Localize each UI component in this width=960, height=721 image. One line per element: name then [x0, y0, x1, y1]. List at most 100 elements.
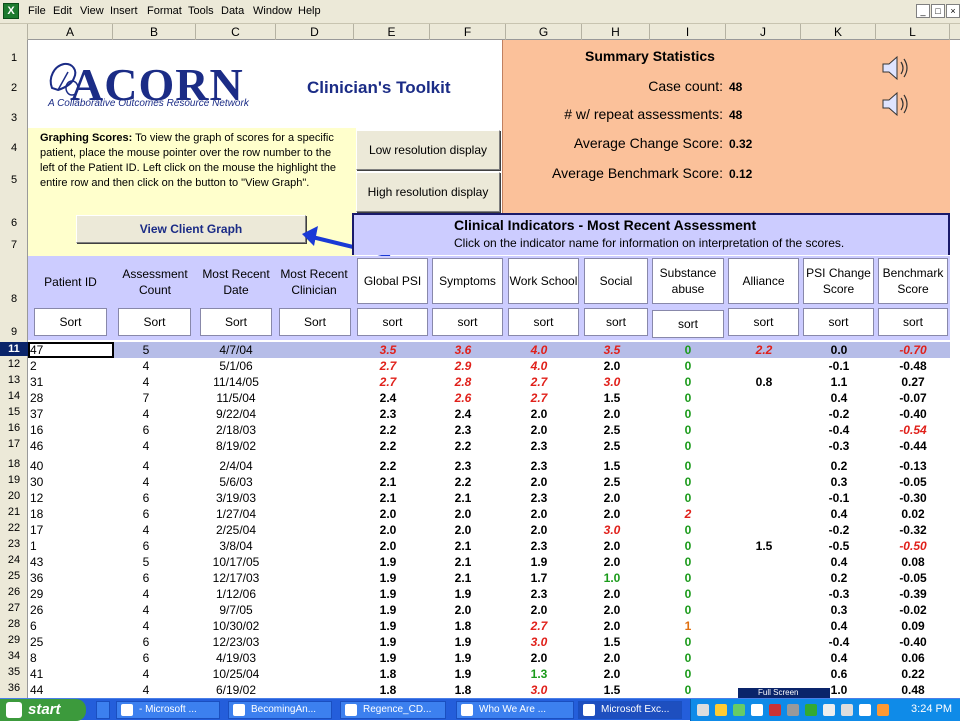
- cell-most-recent-date[interactable]: 4/19/03: [200, 651, 272, 665]
- cell-most-recent-date[interactable]: 10/17/05: [200, 555, 272, 569]
- speaker-icon[interactable]: [879, 52, 911, 84]
- row-header[interactable]: 17: [0, 438, 28, 450]
- cell-global-psi[interactable]: 1.9: [363, 555, 413, 569]
- column-header-l[interactable]: L: [876, 24, 950, 40]
- cell-global-psi[interactable]: 1.9: [363, 635, 413, 649]
- row-header[interactable]: 14: [0, 390, 28, 402]
- cell-most-recent-date[interactable]: 2/25/04: [200, 523, 272, 537]
- cell-global-psi[interactable]: 2.0: [363, 507, 413, 521]
- sort-patient-id-button[interactable]: Sort: [34, 308, 107, 336]
- cell-benchmark[interactable]: -0.30: [888, 491, 938, 505]
- sort-recent-date-button[interactable]: Sort: [200, 308, 272, 336]
- row-header[interactable]: 35: [0, 666, 28, 678]
- cell-global-psi[interactable]: 1.8: [363, 683, 413, 697]
- cell-psi-change[interactable]: -0.3: [814, 587, 864, 601]
- column-header-g[interactable]: G: [506, 24, 582, 40]
- cell-global-psi[interactable]: 1.9: [363, 587, 413, 601]
- cell-most-recent-date[interactable]: 2/18/03: [200, 423, 272, 437]
- cell-assessment-count[interactable]: 6: [116, 423, 176, 437]
- cell-global-psi[interactable]: 2.0: [363, 523, 413, 537]
- table-row[interactable]: 41 4 10/25/04 1.8 1.9 1.3 2.0 0 0.6 0.22: [28, 666, 950, 682]
- cell-psi-change[interactable]: 1.1: [814, 375, 864, 389]
- restore-icon[interactable]: □: [931, 4, 945, 18]
- taskbar-item[interactable]: Regence_CD...: [340, 701, 446, 719]
- cell-substance[interactable]: 0: [663, 491, 713, 505]
- column-header-d[interactable]: D: [276, 24, 354, 40]
- table-row[interactable]: 8 6 4/19/03 1.9 1.9 2.0 2.0 0 0.4 0.06: [28, 650, 950, 666]
- cell-benchmark[interactable]: -0.02: [888, 603, 938, 617]
- row-header[interactable]: 2: [0, 82, 28, 94]
- cell-work-school[interactable]: 2.0: [514, 507, 564, 521]
- cell-assessment-count[interactable]: 4: [116, 667, 176, 681]
- cell-assessment-count[interactable]: 4: [116, 475, 176, 489]
- cell-global-psi[interactable]: 2.7: [363, 359, 413, 373]
- cell-patient-id[interactable]: 8: [30, 651, 90, 665]
- cell-psi-change[interactable]: 0.2: [814, 571, 864, 585]
- cell-work-school[interactable]: 1.3: [514, 667, 564, 681]
- cell-symptoms[interactable]: 2.1: [438, 539, 488, 553]
- cell-assessment-count[interactable]: 4: [116, 459, 176, 473]
- cell-social[interactable]: 3.0: [587, 523, 637, 537]
- quick-launch-icon[interactable]: [96, 701, 110, 719]
- cell-work-school[interactable]: 2.7: [514, 619, 564, 633]
- cell-work-school[interactable]: 2.0: [514, 603, 564, 617]
- column-header-e[interactable]: E: [354, 24, 430, 40]
- cell-patient-id[interactable]: 43: [30, 555, 90, 569]
- cell-psi-change[interactable]: 0.3: [814, 475, 864, 489]
- cell-symptoms[interactable]: 2.2: [438, 475, 488, 489]
- tray-icon[interactable]: [787, 704, 799, 716]
- speaker-icon[interactable]: [879, 88, 911, 120]
- cell-work-school[interactable]: 2.0: [514, 523, 564, 537]
- cell-benchmark[interactable]: 0.48: [888, 683, 938, 697]
- cell-symptoms[interactable]: 2.9: [438, 359, 488, 373]
- cell-most-recent-date[interactable]: 5/6/03: [200, 475, 272, 489]
- row-header-selected[interactable]: 11: [0, 342, 28, 356]
- row-header[interactable]: 34: [0, 650, 28, 662]
- cell-social[interactable]: 2.0: [587, 619, 637, 633]
- sort-symptoms-button[interactable]: sort: [432, 308, 503, 336]
- cell-work-school[interactable]: 2.3: [514, 539, 564, 553]
- sort-substance-button[interactable]: sort: [652, 310, 724, 338]
- cell-most-recent-date[interactable]: 12/23/03: [200, 635, 272, 649]
- cell-patient-id[interactable]: 2: [30, 359, 90, 373]
- cell-assessment-count[interactable]: 5: [116, 343, 176, 357]
- cell-most-recent-date[interactable]: 10/30/02: [200, 619, 272, 633]
- menu-help[interactable]: Help: [298, 5, 321, 17]
- cell-substance[interactable]: 0: [663, 523, 713, 537]
- cell-patient-id[interactable]: 18: [30, 507, 90, 521]
- cell-social[interactable]: 3.5: [587, 343, 637, 357]
- table-row[interactable]: 6 4 10/30/02 1.9 1.8 2.7 2.0 1 0.4 0.09: [28, 618, 950, 634]
- cell-benchmark[interactable]: -0.39: [888, 587, 938, 601]
- start-button[interactable]: start: [0, 699, 86, 721]
- cell-assessment-count[interactable]: 4: [116, 375, 176, 389]
- view-client-graph-button[interactable]: View Client Graph: [76, 215, 306, 243]
- tray-icon[interactable]: [877, 704, 889, 716]
- column-header-a[interactable]: A: [28, 24, 113, 40]
- cell-substance[interactable]: 0: [663, 635, 713, 649]
- indicator-benchmark-score[interactable]: Benchmark Score: [878, 258, 948, 304]
- cell-benchmark[interactable]: -0.44: [888, 439, 938, 453]
- cell-social[interactable]: 2.0: [587, 651, 637, 665]
- cell-global-psi[interactable]: 2.7: [363, 375, 413, 389]
- cell-symptoms[interactable]: 2.8: [438, 375, 488, 389]
- cell-work-school[interactable]: 2.0: [514, 423, 564, 437]
- cell-assessment-count[interactable]: 4: [116, 523, 176, 537]
- tray-icon[interactable]: [769, 704, 781, 716]
- low-resolution-button[interactable]: Low resolution display: [356, 130, 500, 170]
- column-header-j[interactable]: J: [726, 24, 801, 40]
- tray-icon[interactable]: [751, 704, 763, 716]
- table-row[interactable]: 30 4 5/6/03 2.1 2.2 2.0 2.5 0 0.3 -0.05: [28, 474, 950, 490]
- cell-most-recent-date[interactable]: 2/4/04: [200, 459, 272, 473]
- cell-social[interactable]: 2.0: [587, 359, 637, 373]
- cell-most-recent-date[interactable]: 10/25/04: [200, 667, 272, 681]
- cell-social[interactable]: 2.0: [587, 667, 637, 681]
- cell-assessment-count[interactable]: 6: [116, 571, 176, 585]
- cell-most-recent-date[interactable]: 5/1/06: [200, 359, 272, 373]
- cell-social[interactable]: 2.0: [587, 407, 637, 421]
- close-icon[interactable]: ×: [946, 4, 960, 18]
- cell-symptoms[interactable]: 1.9: [438, 635, 488, 649]
- cell-patient-id[interactable]: 25: [30, 635, 90, 649]
- row-header[interactable]: 23: [0, 538, 28, 550]
- cell-symptoms[interactable]: 2.1: [438, 555, 488, 569]
- cell-patient-id[interactable]: 31: [30, 375, 90, 389]
